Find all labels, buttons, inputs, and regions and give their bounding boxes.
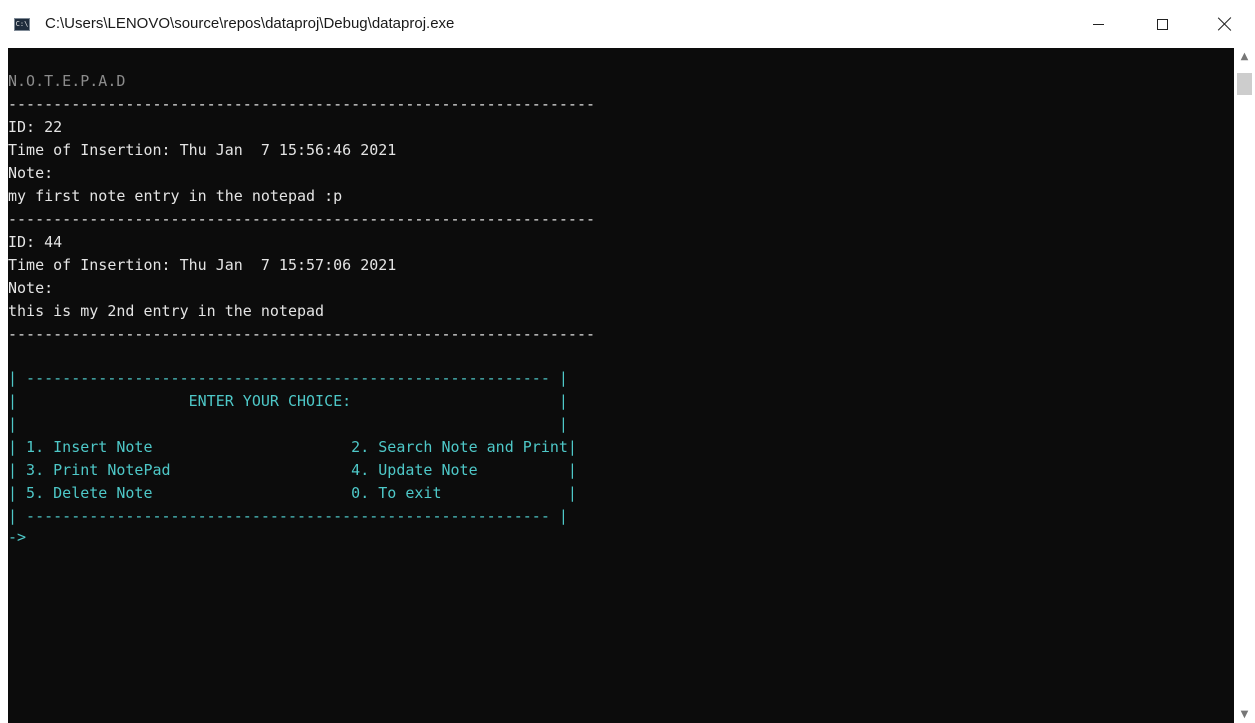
note-time: Time of Insertion: Thu Jan 7 15:57:06 20… bbox=[8, 256, 397, 274]
note-id: ID: 22 bbox=[8, 118, 63, 136]
note-id: ID: 44 bbox=[8, 233, 63, 251]
window-title: C:\Users\LENOVO\source\repos\dataproj\De… bbox=[45, 15, 455, 32]
menu-blank-line: | | bbox=[8, 415, 568, 433]
scroll-up-arrow-icon[interactable]: ▲ bbox=[1234, 48, 1255, 65]
menu-bottom-border: | --------------------------------------… bbox=[8, 507, 568, 525]
note-time: Time of Insertion: Thu Jan 7 15:56:46 20… bbox=[8, 141, 397, 159]
menu-title: | ENTER YOUR CHOICE: | bbox=[8, 392, 568, 410]
note-label: Note: bbox=[8, 164, 54, 182]
close-icon bbox=[1218, 17, 1232, 31]
maximize-button[interactable] bbox=[1130, 0, 1194, 48]
menu-row-3: | 5. Delete Note 0. To exit | bbox=[8, 484, 577, 502]
scroll-down-arrow-icon[interactable]: ▼ bbox=[1234, 706, 1255, 723]
scroll-thumb[interactable] bbox=[1237, 73, 1252, 95]
minimize-button[interactable] bbox=[1066, 0, 1130, 48]
note-text: this is my 2nd entry in the notepad bbox=[8, 302, 325, 320]
menu-top-border: | --------------------------------------… bbox=[8, 369, 568, 387]
minimize-icon bbox=[1092, 23, 1104, 25]
separator-line: ----------------------------------------… bbox=[8, 325, 595, 343]
note-text: my first note entry in the notepad :p bbox=[8, 187, 343, 205]
input-prompt[interactable]: -> bbox=[8, 526, 26, 549]
vertical-scrollbar[interactable]: ▲ ▼ bbox=[1234, 48, 1255, 723]
note-label: Note: bbox=[8, 279, 54, 297]
separator-line: ----------------------------------------… bbox=[8, 95, 595, 113]
console-output[interactable]: N.O.T.E.P.A.D --------------------------… bbox=[0, 48, 1234, 723]
console-app-icon[interactable]: C:\ bbox=[14, 18, 30, 31]
close-button[interactable] bbox=[1194, 0, 1255, 48]
notepad-header: N.O.T.E.P.A.D bbox=[8, 72, 126, 90]
maximize-icon bbox=[1156, 18, 1168, 30]
title-bar[interactable]: C:\ C:\Users\LENOVO\source\repos\datapro… bbox=[0, 0, 1255, 48]
menu-row-2: | 3. Print NotePad 4. Update Note | bbox=[8, 461, 577, 479]
separator-line: ----------------------------------------… bbox=[8, 210, 595, 228]
menu-row-1: | 1. Insert Note 2. Search Note and Prin… bbox=[8, 438, 577, 456]
